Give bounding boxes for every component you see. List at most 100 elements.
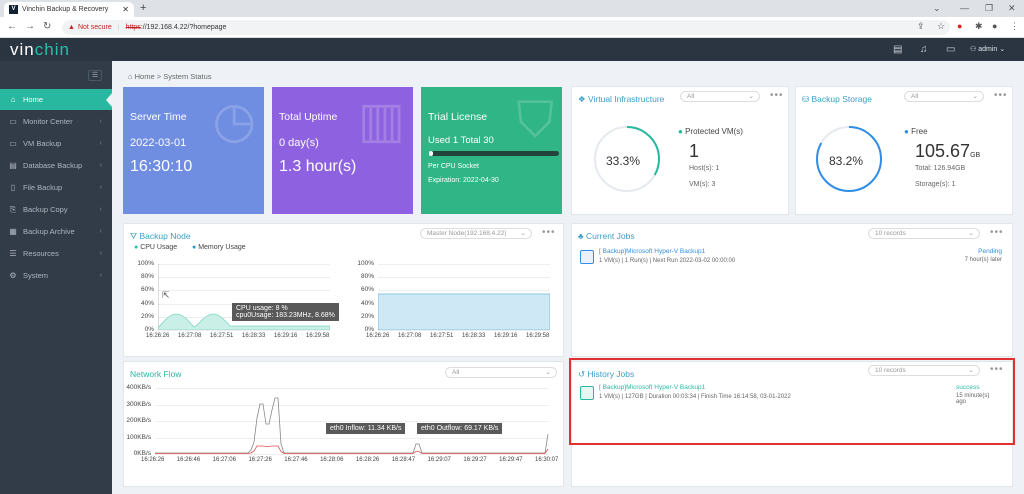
new-tab-icon[interactable]: +: [140, 2, 146, 14]
nf-filter-select[interactable]: All ⌄: [445, 367, 557, 378]
cj-records-select[interactable]: 10 records ⌄: [868, 228, 980, 239]
current-job-item[interactable]: [ Backup]Microsoft Hyper-V Backup1 1 VM(…: [578, 246, 1002, 270]
vi-filter-value: All: [687, 93, 695, 100]
sidebar-item-file-backup[interactable]: ▯ File Backup ‹: [0, 177, 112, 198]
bookmark-star-icon[interactable]: ☆: [937, 21, 945, 32]
bn-xtick: 16:27:51: [210, 333, 234, 339]
backup-node-title: ⛛ Backup Node: [130, 231, 191, 242]
bn-ytick: 60%: [140, 286, 154, 294]
url-field[interactable]: ▲ Not secure | https ://192.168.4.22/?ho…: [62, 20, 950, 35]
bs-label-text: Free: [911, 127, 928, 136]
sidebar-item-monitor-center[interactable]: ▭ Monitor Center ‹: [0, 111, 112, 132]
bar-chart-icon: ▥: [357, 92, 405, 148]
back-icon[interactable]: ←: [7, 21, 17, 32]
series-area: [378, 293, 550, 330]
minimize-icon[interactable]: —: [960, 3, 969, 13]
sidebar-item-label: VM Backup: [23, 139, 62, 148]
tasks-icon[interactable]: ▤: [893, 44, 902, 55]
cj-more-icon[interactable]: •••: [990, 227, 1004, 238]
bell-icon[interactable]: ♫: [920, 44, 928, 55]
nf-ytick: 0KB/s: [133, 450, 151, 457]
sidebar-item-label: Backup Copy: [23, 205, 68, 214]
share-icon[interactable]: ⇪: [917, 21, 925, 32]
browser-tab-strip: [0, 0, 1024, 17]
uptime-days: 0 day(s): [279, 137, 319, 149]
sidebar-item-backup-archive[interactable]: ▦ Backup Archive ‹: [0, 221, 112, 242]
maximize-icon[interactable]: ❐: [985, 3, 993, 14]
opera-extension-icon[interactable]: ●: [957, 21, 962, 31]
nf-xtick: 16:26:46: [176, 457, 201, 463]
sidebar-item-vm-backup[interactable]: ▭ VM Backup ‹: [0, 133, 112, 154]
inflow-tooltip: eth0 Inflow: 11.34 KB/s: [326, 423, 406, 434]
bs-more-icon[interactable]: •••: [994, 90, 1008, 101]
menu-kebab-icon[interactable]: ⋮: [1010, 21, 1019, 32]
extensions-icon[interactable]: ✱: [975, 21, 983, 32]
home-small-icon: ⌂: [128, 72, 133, 81]
bs-total: Total: 126.94GB: [915, 165, 966, 172]
sidebar-toggle-icon[interactable]: ☰: [88, 70, 102, 81]
close-window-icon[interactable]: ✕: [1008, 3, 1016, 14]
vi-hosts: Host(s): 1: [689, 165, 720, 172]
legend-mem: ● Memory Usage: [192, 244, 246, 251]
cj-job-name[interactable]: [ Backup]Microsoft Hyper-V Backup1: [599, 248, 705, 255]
legend-mem-text: Memory Usage: [198, 244, 246, 251]
mem-dot-icon: ●: [192, 244, 197, 251]
breadcrumb-current: System Status: [163, 72, 212, 81]
profile-icon[interactable]: ●: [992, 21, 997, 31]
forward-icon[interactable]: →: [25, 21, 35, 32]
vi-title-text: Virtual Infrastructure: [588, 94, 665, 104]
backup-job-icon: [580, 250, 594, 264]
cluster-icon: ❖: [578, 94, 586, 104]
shield-check-icon: ⛉: [516, 92, 555, 148]
vi-more-icon[interactable]: •••: [770, 90, 784, 101]
chevron-down-icon: ⌄: [968, 230, 974, 237]
sidebar-item-resources[interactable]: ☰ Resources ‹: [0, 243, 112, 264]
monitor-icon: ▭: [9, 117, 17, 126]
breadcrumb-home[interactable]: Home: [135, 72, 155, 81]
nf-xtick: 16:29:07: [427, 457, 451, 463]
current-jobs-panel: ♣ Current Jobs 10 records ⌄ ••• [ Backup]…: [571, 223, 1013, 357]
url-scheme: https: [125, 24, 141, 31]
gridline: [155, 454, 549, 455]
uptime-title: Total Uptime: [279, 111, 338, 123]
bn-more-icon[interactable]: •••: [542, 227, 556, 238]
sidebar-item-database-backup[interactable]: ▤ Database Backup ‹: [0, 155, 112, 176]
license-expiration: Expiration: 2022-04-30: [428, 177, 499, 184]
warning-icon: ▲: [68, 24, 75, 31]
bs-label: ● Free: [904, 127, 928, 136]
uptime-hours: 1.3 hour(s): [279, 158, 357, 175]
bs-filter-select[interactable]: All ⌄: [904, 91, 984, 102]
bs-title-text: Backup Storage: [811, 94, 872, 104]
nf-xtick: 16:26:26: [141, 457, 165, 463]
user-menu[interactable]: ⚇ admin ⌄: [970, 45, 1005, 53]
bn-ytick: 60%: [360, 286, 374, 294]
database-icon: ▤: [9, 161, 17, 170]
bn-xtick: 16:28:33: [242, 333, 266, 339]
browser-tab[interactable]: V Vinchin Backup & Recovery ✕: [4, 2, 134, 17]
close-tab-icon[interactable]: ✕: [122, 5, 129, 14]
highlight-box: [569, 358, 1015, 445]
bs-filter-value: All: [911, 93, 919, 100]
tab-search-icon[interactable]: ⌄: [933, 3, 941, 14]
bn-node-select[interactable]: Master Node(192.168.4.22) ⌄: [420, 228, 532, 239]
chat-icon[interactable]: ▭: [946, 44, 955, 55]
gridline: [378, 330, 550, 331]
bs-free-value: 105.67: [915, 141, 971, 161]
cpu-tooltip: CPU usage: 8 % cpu0Usage: 183.23MHz, 8.6…: [232, 303, 339, 321]
sidebar-item-backup-copy[interactable]: ⎘ Backup Copy ‹: [0, 199, 112, 220]
sidebar-item-system[interactable]: ⚙ System ‹: [0, 265, 112, 286]
home-icon: ⌂: [10, 95, 16, 104]
virtual-infrastructure-title: ❖ Virtual Infrastructure: [578, 94, 664, 105]
nf-xtick: 16:28:06: [320, 457, 344, 463]
chevron-left-icon: ‹: [99, 250, 102, 257]
license-progress-bar: [429, 151, 559, 156]
bn-xtick: 16:27:08: [178, 333, 202, 339]
vi-filter-select[interactable]: All ⌄: [680, 91, 760, 102]
sidebar-item-home[interactable]: ⌂ Home: [0, 89, 112, 110]
reload-icon[interactable]: ↻: [43, 21, 51, 32]
nf-xtick: 16:29:47: [499, 457, 523, 463]
bn-node-value: Master Node(192.168.4.22): [427, 230, 507, 237]
vinchin-logo[interactable]: vinchin: [10, 40, 70, 60]
nf-xtick: 16:29:27: [463, 457, 487, 463]
chevron-left-icon: ‹: [99, 228, 102, 235]
